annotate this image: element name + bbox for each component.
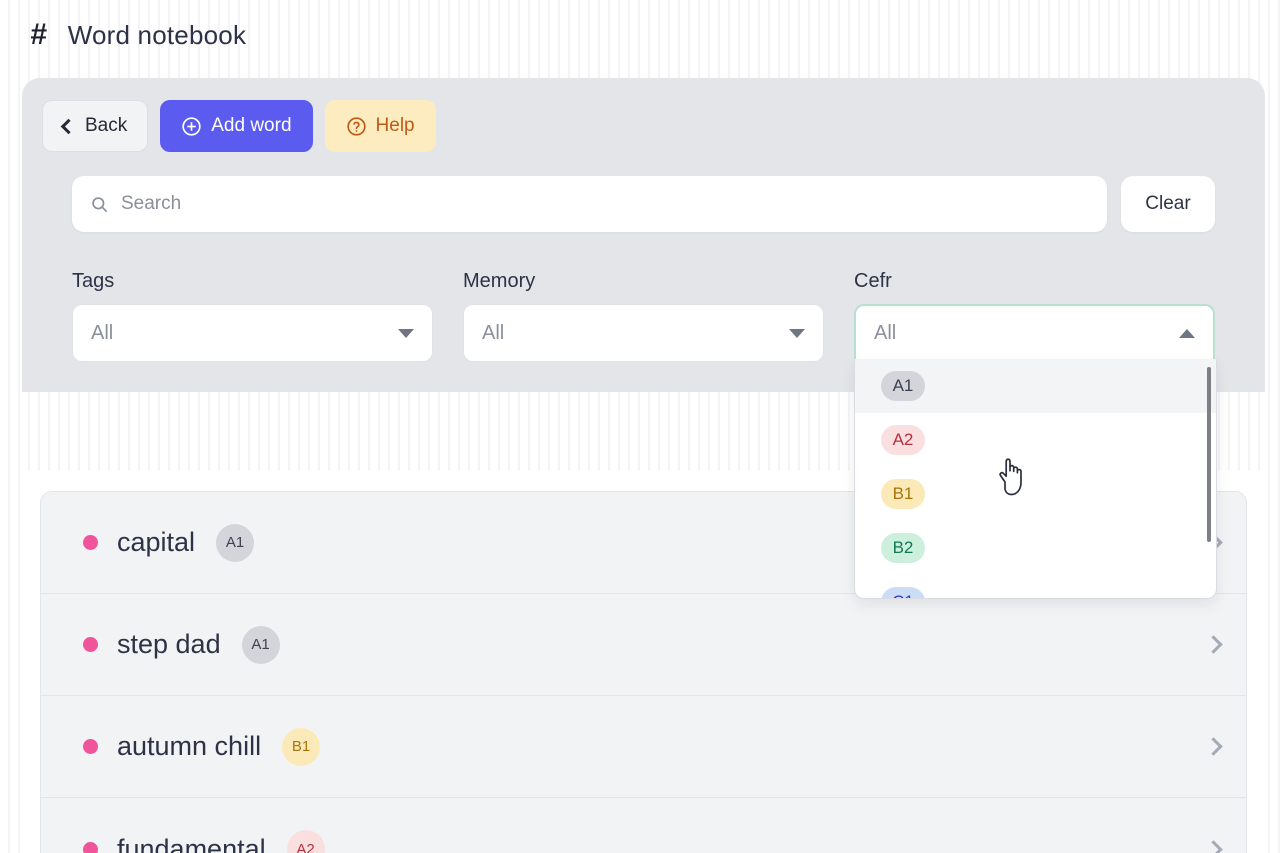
filter-tags: Tags All bbox=[72, 270, 433, 362]
search-input[interactable] bbox=[121, 176, 1089, 232]
filter-memory-label: Memory bbox=[463, 270, 536, 292]
cefr-pill: C1 bbox=[881, 587, 925, 598]
chevron-right-icon[interactable] bbox=[1204, 839, 1223, 853]
filter-memory: Memory All bbox=[463, 270, 824, 362]
cefr-option-list[interactable]: A1 A2 B1 B2 C1 bbox=[855, 359, 1216, 598]
memory-select-value: All bbox=[482, 321, 505, 344]
cefr-dropdown: A1 A2 B1 B2 C1 bbox=[854, 359, 1217, 599]
search-row: Clear bbox=[42, 176, 1245, 232]
app-header: # Word notebook bbox=[0, 0, 1287, 70]
word-row-main: capital A1 bbox=[83, 523, 255, 562]
clear-button[interactable]: Clear bbox=[1121, 176, 1215, 232]
search-box[interactable] bbox=[72, 176, 1107, 232]
cefr-option-b2[interactable]: B2 bbox=[855, 521, 1216, 575]
search-icon bbox=[90, 195, 109, 214]
cefr-badge: B1 bbox=[282, 727, 321, 766]
help-button[interactable]: Help bbox=[324, 100, 436, 152]
plus-circle-icon bbox=[181, 116, 202, 137]
tags-select[interactable]: All bbox=[72, 304, 433, 362]
cefr-pill: A1 bbox=[881, 371, 925, 401]
chevron-left-icon bbox=[60, 118, 77, 134]
chevron-up-icon bbox=[1179, 328, 1195, 338]
cefr-badge: A1 bbox=[241, 625, 280, 664]
add-word-button-label: Add word bbox=[211, 115, 292, 136]
status-dot-icon bbox=[83, 637, 98, 652]
cefr-option-c1[interactable]: C1 bbox=[855, 575, 1216, 598]
filters-row: Tags All Memory All Cefr All A1 A2 B1 B2 bbox=[42, 270, 1245, 599]
cefr-select-value: All bbox=[874, 321, 897, 344]
word-label: capital bbox=[117, 527, 196, 557]
toolbar: Back Add word Help bbox=[42, 100, 1245, 152]
cefr-badge: A2 bbox=[286, 830, 325, 853]
word-label: fundamental bbox=[117, 833, 266, 853]
word-label: step dad bbox=[117, 629, 221, 659]
cefr-pill: B2 bbox=[881, 533, 925, 563]
filter-tags-label: Tags bbox=[72, 270, 115, 292]
cefr-select[interactable]: All bbox=[854, 304, 1215, 362]
help-button-label: Help bbox=[375, 115, 415, 136]
word-label: autumn chill bbox=[117, 731, 262, 761]
cefr-pill: B1 bbox=[881, 479, 925, 509]
status-dot-icon bbox=[83, 841, 98, 853]
chevron-right-icon[interactable] bbox=[1204, 737, 1223, 756]
word-row-main: fundamental A2 bbox=[83, 830, 325, 853]
cefr-badge: A1 bbox=[216, 523, 255, 562]
chevron-down-icon bbox=[398, 328, 414, 338]
cefr-option-a1[interactable]: A1 bbox=[855, 359, 1216, 413]
cefr-option-a2[interactable]: A2 bbox=[855, 413, 1216, 467]
chevron-down-icon bbox=[789, 328, 805, 338]
dropdown-scrollbar[interactable] bbox=[1207, 367, 1211, 542]
memory-select[interactable]: All bbox=[463, 304, 824, 362]
hash-icon: # bbox=[30, 18, 47, 51]
filter-card: Back Add word Help Search Clear Tags All… bbox=[22, 78, 1265, 599]
add-word-button[interactable]: Add word bbox=[160, 100, 313, 152]
cefr-pill: A2 bbox=[881, 425, 925, 455]
word-row[interactable]: step dad A1 bbox=[41, 594, 1246, 696]
word-row-main: step dad A1 bbox=[83, 625, 280, 664]
cefr-option-b1[interactable]: B1 bbox=[855, 467, 1216, 521]
status-dot-icon bbox=[83, 535, 98, 550]
back-button[interactable]: Back bbox=[42, 100, 149, 152]
filter-cefr-label: Cefr bbox=[854, 270, 892, 292]
page-title: Word notebook bbox=[67, 19, 247, 50]
word-row-main: autumn chill B1 bbox=[83, 727, 321, 766]
back-button-label: Back bbox=[85, 115, 128, 136]
status-dot-icon bbox=[83, 739, 98, 754]
word-row[interactable]: fundamental A2 bbox=[41, 798, 1246, 853]
app-root: # Word notebook Back Add word Help Searc… bbox=[0, 0, 1287, 853]
filter-cefr: Cefr All A1 A2 B1 B2 C1 bbox=[854, 270, 1217, 599]
word-row[interactable]: autumn chill B1 bbox=[41, 696, 1246, 798]
chevron-right-icon[interactable] bbox=[1204, 635, 1223, 654]
tags-select-value: All bbox=[91, 321, 114, 344]
question-circle-icon bbox=[346, 116, 367, 137]
